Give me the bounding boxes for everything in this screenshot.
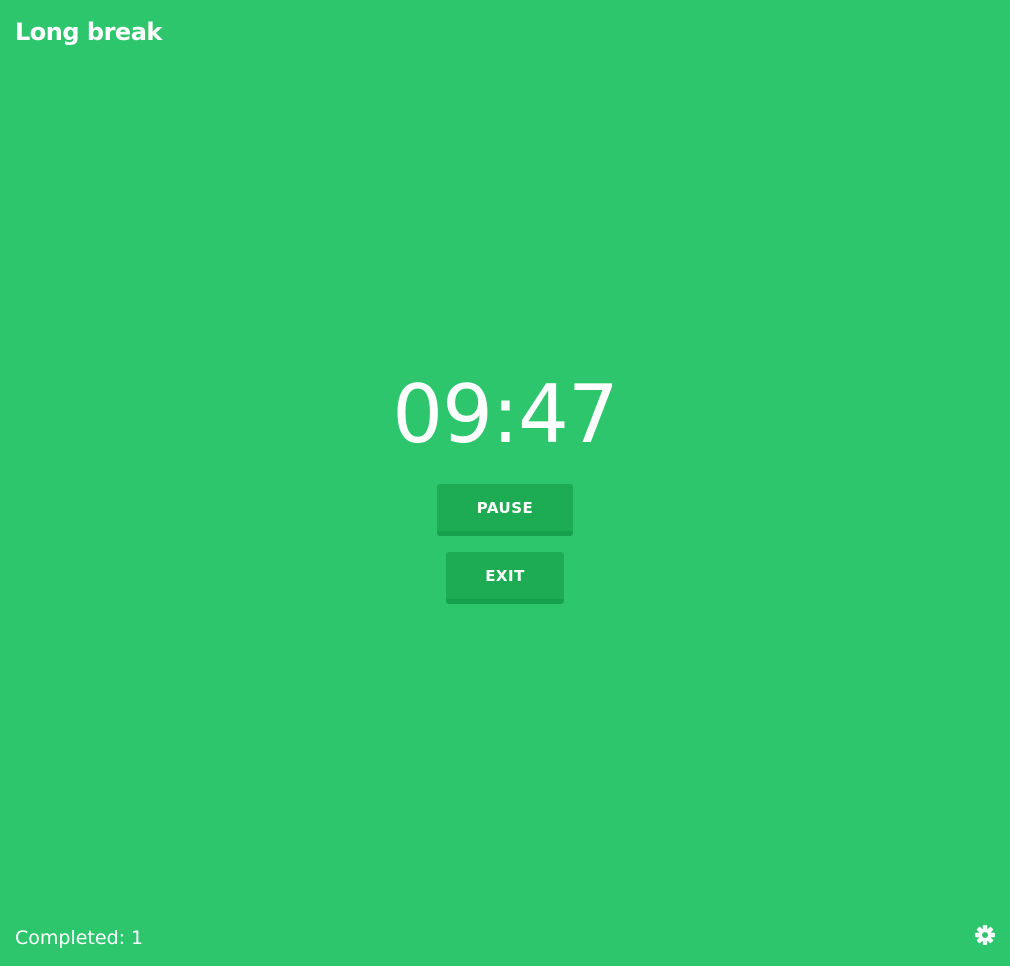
exit-button[interactable]: EXIT bbox=[446, 552, 564, 604]
mode-title: Long break bbox=[15, 18, 162, 46]
completed-counter: Completed: 1 bbox=[15, 924, 143, 952]
completed-count: 1 bbox=[131, 927, 144, 949]
pause-button-label: PAUSE bbox=[476, 498, 534, 517]
settings-button[interactable] bbox=[974, 924, 996, 946]
timer-display: 09:47 bbox=[392, 368, 619, 461]
completed-label: Completed: bbox=[15, 927, 126, 949]
exit-button-label: EXIT bbox=[485, 566, 525, 585]
timer-panel: 09:47 PAUSE EXIT bbox=[0, 370, 1010, 604]
gear-icon bbox=[974, 924, 996, 946]
pause-button[interactable]: PAUSE bbox=[437, 484, 573, 536]
timer-screen: { "mode": { "title": "Long break" }, "ti… bbox=[0, 0, 1010, 966]
